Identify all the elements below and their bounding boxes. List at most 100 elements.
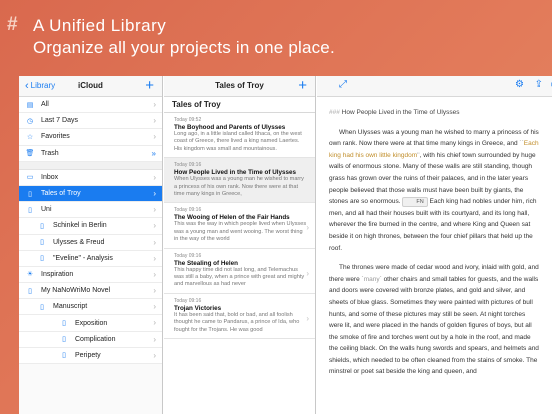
sheet-item[interactable]: Today 09:16 The Wooing of Helen of the Fa… (164, 203, 315, 249)
chevron-right-icon: › (153, 253, 156, 263)
back-button[interactable]: ‹ Library (25, 79, 56, 92)
library-item-label: Schinkel in Berlin (53, 222, 107, 230)
editor-text[interactable]: ### How People Lived in the Time of Ulys… (317, 97, 552, 388)
library-item-label: All (41, 101, 49, 109)
bulb-icon: ☀ (26, 271, 34, 279)
library-item[interactable]: ▯ "Eveline" - Analysis › (19, 250, 162, 267)
library-item[interactable]: ▯ Ulysses & Freud › (19, 234, 162, 251)
clock-icon: ◷ (26, 117, 34, 125)
sheet-item[interactable]: Today 09:16 How People Lived in the Time … (164, 158, 315, 204)
library-section-gap (19, 161, 162, 170)
library-item[interactable]: ▯ Complication › (19, 331, 162, 348)
back-label: Library (30, 81, 56, 90)
library-item-label: Uni (41, 206, 52, 214)
library-item[interactable]: ▯ Manuscript › (19, 299, 162, 316)
add-group-button[interactable]: + (145, 77, 154, 95)
sheet-item[interactable]: Today 09:16 The Stealing of Helen This hap… (164, 249, 315, 294)
hash-mark: # (7, 14, 18, 35)
library-item-label: Peripety (75, 351, 101, 359)
sheet-title: The Wooing of Helen of the Fair Hands (174, 214, 290, 222)
library-item[interactable]: ▤ All › (19, 97, 162, 114)
chevron-right-icon: › (153, 286, 156, 296)
doc-icon: ▯ (40, 222, 44, 230)
new-sheet-button[interactable]: + (298, 77, 307, 95)
library-item-label: My NaNoWriMo Novel (41, 287, 111, 295)
chevron-right-icon: › (153, 269, 156, 279)
p1-text-a: When Ulysses was a young man he wished t… (329, 128, 539, 148)
library-item-label: Manuscript (53, 303, 88, 311)
chevron-right-icon: › (153, 318, 156, 328)
group-title: Tales of Troy (164, 97, 315, 113)
app-window: ‹ Library iCloud + ▤ All › ◷ Last 7 Days › ☆ Fa… (19, 76, 552, 414)
sheet-title: The Boyhood and Parents of Ulysses (174, 124, 286, 131)
library-item-label: Complication (75, 335, 116, 343)
sheet-date: Today 09:52 (174, 117, 202, 123)
stack-icon: ▤ (26, 101, 34, 109)
library-item[interactable]: ▯ My NaNoWriMo Novel › (19, 283, 162, 300)
library-list: ▤ All › ◷ Last 7 Days › ☆ Favorites › 🗑 Trash » ▭ Inb… (19, 97, 162, 364)
p2-text-b: other chairs and small tables for guests… (329, 275, 539, 376)
star-icon: ☆ (26, 133, 34, 141)
heading-mark: ### (329, 109, 340, 116)
sheet-list-column: Tales of Troy + Tales of Troy Today 09:5… (164, 76, 316, 414)
chevron-right-icon: › (153, 334, 156, 344)
library-item-label: Inbox (41, 173, 59, 181)
inbox-icon: ▭ (26, 174, 34, 182)
share-icon[interactable]: ⇪ (535, 79, 543, 90)
sheet-preview: Long ago, in a little island called Itha… (174, 131, 302, 152)
sheets-header: Tales of Troy + (164, 76, 315, 97)
library-item-label: Favorites (41, 133, 70, 141)
sheet-preview: This was the way in which people lived w… (174, 221, 307, 243)
promo-subline: Organize all your projects in one place. (33, 38, 335, 57)
library-item[interactable]: ▭ Inbox › (19, 169, 162, 186)
sheet-date: Today 09:16 (174, 207, 202, 214)
sheet-title: How People Lived in the Time of Ulysses (174, 169, 297, 177)
chevron-right-icon: › (153, 221, 156, 231)
chevron-right-icon: › (153, 116, 156, 126)
library-column: ‹ Library iCloud + ▤ All › ◷ Last 7 Days › ☆ Fa… (19, 76, 163, 414)
library-item[interactable]: 🗑 Trash » (19, 145, 162, 162)
promo-headline: A Unified Library (33, 16, 167, 35)
editor-toolbar: ⤢ ⚙ ⇪ ▭ (317, 76, 552, 97)
paragraph-2: The thrones were made of cedar wood and … (329, 262, 540, 378)
chevron-right-icon: › (153, 188, 156, 198)
library-item[interactable]: ▯ Schinkel in Berlin › (19, 218, 162, 235)
chevron-right-icon: › (306, 223, 309, 233)
library-item-label: Inspiration (41, 270, 74, 278)
library-item-label: Tales of Troy (41, 190, 81, 198)
chevron-right-icon: › (153, 205, 156, 215)
p1-text-c: Each king had nobles under him, rich men… (329, 198, 537, 252)
footnote-tag[interactable]: FN (402, 197, 428, 208)
double-chevron-icon: » (151, 148, 156, 158)
library-item[interactable]: ▯ Peripety › (19, 347, 162, 364)
chevron-left-icon: ‹ (25, 79, 29, 92)
library-item-label: Trash (41, 149, 59, 157)
sheet-date: Today 09:16 (174, 252, 202, 259)
sheets-title: Tales of Troy (215, 81, 264, 90)
sheet-date: Today 09:16 (174, 297, 202, 304)
sheet-title: The Stealing of Helen (174, 259, 239, 267)
doc-icon: ▯ (62, 352, 66, 360)
sheet-item[interactable]: Today 09:16 Trojan Victories It has been s… (164, 294, 315, 340)
library-item[interactable]: ▯ Uni › (19, 202, 162, 219)
library-item[interactable]: ▯ Exposition › (19, 315, 162, 332)
library-item[interactable]: ☆ Favorites › (19, 129, 162, 146)
sheet-item[interactable]: Today 09:52 The Boyhood and Parents of Ul… (164, 113, 315, 159)
chevron-right-icon: › (153, 172, 156, 182)
library-header: ‹ Library iCloud + (19, 76, 162, 97)
doc-icon: ▯ (28, 190, 32, 198)
heading-text: How People Lived in the Time of Ulysses (341, 109, 460, 116)
library-item[interactable]: ▯ Tales of Troy › (19, 185, 162, 203)
chevron-right-icon: › (153, 302, 156, 312)
doc-icon: ▯ (28, 206, 32, 214)
library-item[interactable]: ☀ Inspiration › (19, 266, 162, 284)
gear-icon[interactable]: ⚙ (515, 79, 524, 90)
sheet-list: Today 09:52 The Boyhood and Parents of Ul… (164, 113, 315, 340)
doc-icon: ▯ (28, 287, 32, 295)
expand-icon[interactable]: ⤢ (339, 79, 347, 90)
chevron-right-icon: › (153, 237, 156, 247)
chevron-right-icon: › (306, 313, 309, 323)
library-item[interactable]: ◷ Last 7 Days › (19, 113, 162, 130)
emphasis-word: `many` (361, 275, 382, 283)
sheet-preview: It has been said that, bold or bad, and … (174, 311, 300, 333)
